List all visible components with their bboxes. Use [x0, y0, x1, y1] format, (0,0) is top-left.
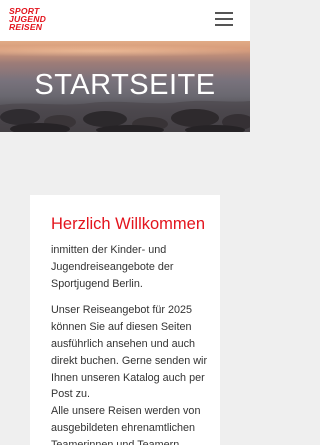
hamburger-menu-icon[interactable] — [215, 12, 233, 26]
site-header: SPORT JUGEND REISEN — [0, 0, 250, 41]
menu-bar-middle — [215, 18, 233, 20]
page-title: STARTSEITE — [34, 69, 216, 101]
welcome-card: Herzlich Willkommen inmitten der Kinder-… — [30, 195, 220, 445]
sportjugend-reisen-logo[interactable]: SPORT JUGEND REISEN — [9, 7, 46, 32]
menu-bar-bottom — [215, 24, 233, 26]
welcome-paragraph-2: Unser Reiseangebot für 2025 können Sie a… — [51, 304, 208, 401]
welcome-paragraph-1: inmitten der Kinder- und Jugendreiseange… — [51, 244, 174, 290]
menu-bar-top — [215, 12, 233, 14]
sunset-glow — [0, 45, 250, 57]
logo-line-3: REISEN — [9, 21, 43, 32]
hero-banner: STARTSEITE — [0, 41, 250, 132]
welcome-heading: Herzlich Willkommen — [51, 215, 206, 233]
welcome-text: inmitten der Kinder- und Jugendreiseange… — [51, 242, 213, 445]
welcome-paragraph-3: Alle unsere Reisen werden von ausgebilde… — [51, 405, 201, 445]
